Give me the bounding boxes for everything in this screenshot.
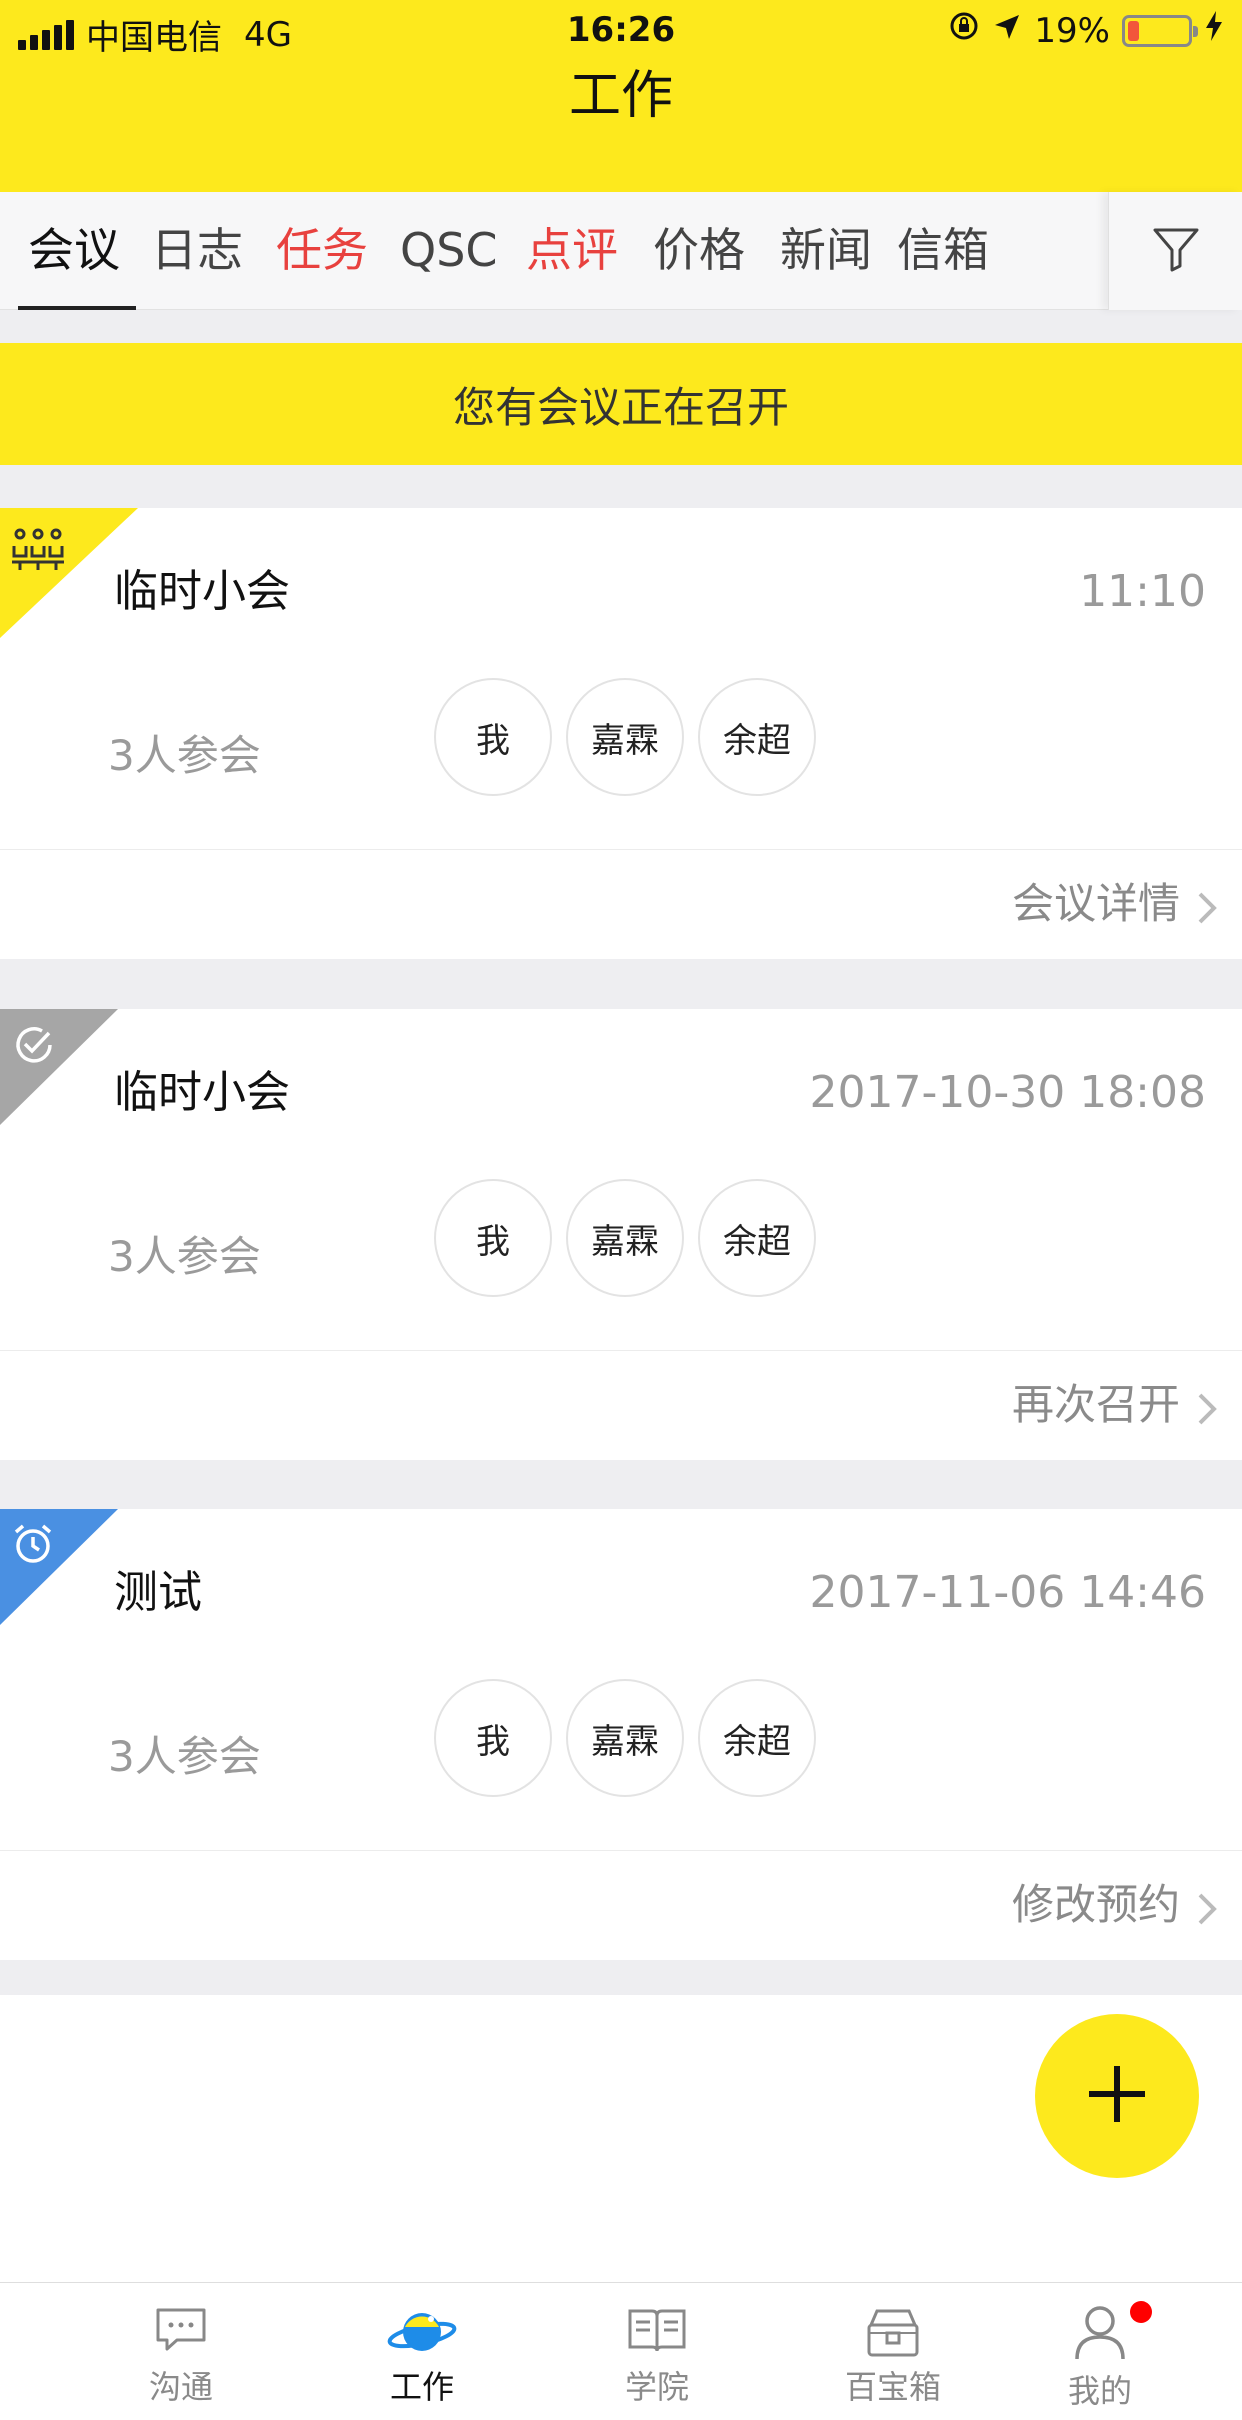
divider xyxy=(0,1350,1242,1351)
signal-strength-icon xyxy=(18,19,74,50)
header-bar: 中国电信 4G 16:26 19% 工作 xyxy=(0,0,1242,192)
tab-review[interactable]: 点评 xyxy=(526,222,618,278)
attendee-avatar[interactable]: 嘉霖 xyxy=(566,1679,684,1797)
reconvene-link[interactable]: 再次召开 xyxy=(1012,1379,1180,1431)
tabbar-item-toolbox[interactable]: 百宝箱 xyxy=(793,2283,993,2420)
attendee-avatar[interactable]: 嘉霖 xyxy=(566,678,684,796)
attendee-count: 3人参会 xyxy=(108,1232,261,1281)
attendee-avatar[interactable]: 余超 xyxy=(698,1179,816,1297)
edit-reservation-link[interactable]: 修改预约 xyxy=(1012,1879,1180,1931)
tabbar-item-me[interactable]: 我的 xyxy=(1000,2283,1200,2420)
attendee-avatar[interactable]: 我 xyxy=(434,1179,552,1297)
tabbar-label: 百宝箱 xyxy=(844,2368,941,2406)
meeting-title: 临时小会 xyxy=(114,566,290,617)
person-icon xyxy=(1072,2303,1128,2365)
attendee-list: 我 嘉霖 余超 xyxy=(434,678,816,796)
carrier-name: 中国电信 xyxy=(86,18,222,58)
category-tabs: 会议 日志 任务 QSC 点评 价格 新闻 信箱 xyxy=(0,192,1242,310)
meeting-title: 临时小会 xyxy=(114,1067,290,1118)
divider xyxy=(0,849,1242,850)
meeting-card[interactable]: 临时小会 11:10 3人参会 我 嘉霖 余超 会议详情 xyxy=(0,508,1242,959)
ongoing-meeting-banner[interactable]: 您有会议正在召开 xyxy=(0,343,1242,465)
chevron-right-icon xyxy=(1196,1391,1218,1431)
meeting-card[interactable]: 临时小会 2017-10-30 18:08 3人参会 我 嘉霖 余超 再次召开 xyxy=(0,1009,1242,1460)
rotation-lock-icon xyxy=(948,10,980,51)
attendee-avatar[interactable]: 我 xyxy=(434,1679,552,1797)
battery-icon xyxy=(1122,14,1198,47)
tab-mailbox[interactable]: 信箱 xyxy=(897,222,989,278)
meeting-time: 2017-11-06 14:46 xyxy=(809,1567,1207,1618)
chat-bubble-icon xyxy=(153,2305,209,2359)
meeting-title: 测试 xyxy=(114,1567,202,1618)
meeting-time: 11:10 xyxy=(1079,566,1206,617)
tabbar-item-academy[interactable]: 学院 xyxy=(557,2283,757,2420)
meeting-details-link[interactable]: 会议详情 xyxy=(1012,878,1180,930)
alarm-clock-icon xyxy=(10,1521,56,1571)
chevron-right-icon xyxy=(1196,1891,1218,1931)
bottom-tab-bar: 沟通 工作 学院 百宝箱 我的 xyxy=(0,2282,1242,2420)
battery-percent: 19% xyxy=(1034,10,1110,51)
tab-qsc[interactable]: QSC xyxy=(400,222,498,278)
charging-bolt-icon xyxy=(1204,10,1224,51)
check-circle-icon xyxy=(12,1023,56,1071)
attendee-count: 3人参会 xyxy=(108,1732,261,1781)
chevron-right-icon xyxy=(1196,890,1218,930)
tab-task[interactable]: 任务 xyxy=(276,222,368,278)
tabbar-label: 学院 xyxy=(624,2368,689,2406)
add-meeting-button[interactable] xyxy=(1035,2014,1199,2178)
active-tab-indicator xyxy=(18,306,136,310)
tabbar-item-chat[interactable]: 沟通 xyxy=(81,2283,281,2420)
attendee-list: 我 嘉霖 余超 xyxy=(434,1179,816,1297)
meeting-card[interactable]: 测试 2017-11-06 14:46 3人参会 我 嘉霖 余超 修改预约 xyxy=(0,1509,1242,1960)
tab-meeting[interactable]: 会议 xyxy=(28,222,120,278)
plus-icon xyxy=(1085,2062,1149,2130)
attendee-avatar[interactable]: 余超 xyxy=(698,678,816,796)
attendee-avatar[interactable]: 嘉霖 xyxy=(566,1179,684,1297)
filter-icon xyxy=(1151,224,1201,278)
location-arrow-icon xyxy=(992,11,1022,51)
tab-price[interactable]: 价格 xyxy=(653,222,745,278)
page-title: 工作 xyxy=(568,66,673,126)
tabbar-label: 沟通 xyxy=(148,2368,213,2406)
network-type: 4G xyxy=(244,14,292,55)
attendee-list: 我 嘉霖 余超 xyxy=(434,1679,816,1797)
meeting-people-icon xyxy=(10,526,66,576)
filter-button[interactable] xyxy=(1108,192,1242,310)
meeting-time: 2017-10-30 18:08 xyxy=(809,1067,1207,1118)
notification-badge xyxy=(1130,2301,1152,2323)
battery-level xyxy=(1128,20,1139,41)
divider xyxy=(0,1850,1242,1851)
treasure-box-icon xyxy=(863,2305,923,2363)
tab-news[interactable]: 新闻 xyxy=(780,222,872,278)
attendee-count: 3人参会 xyxy=(108,731,261,780)
attendee-avatar[interactable]: 余超 xyxy=(698,1679,816,1797)
planet-icon xyxy=(387,2305,457,2365)
open-book-icon xyxy=(626,2305,688,2361)
status-bar: 中国电信 4G 16:26 19% xyxy=(0,0,1242,62)
tabbar-label: 我的 xyxy=(1067,2372,1132,2410)
attendee-avatar[interactable]: 我 xyxy=(434,678,552,796)
tabbar-item-work[interactable]: 工作 xyxy=(322,2283,522,2420)
tab-log[interactable]: 日志 xyxy=(151,222,243,278)
tabbar-label: 工作 xyxy=(389,2368,454,2406)
